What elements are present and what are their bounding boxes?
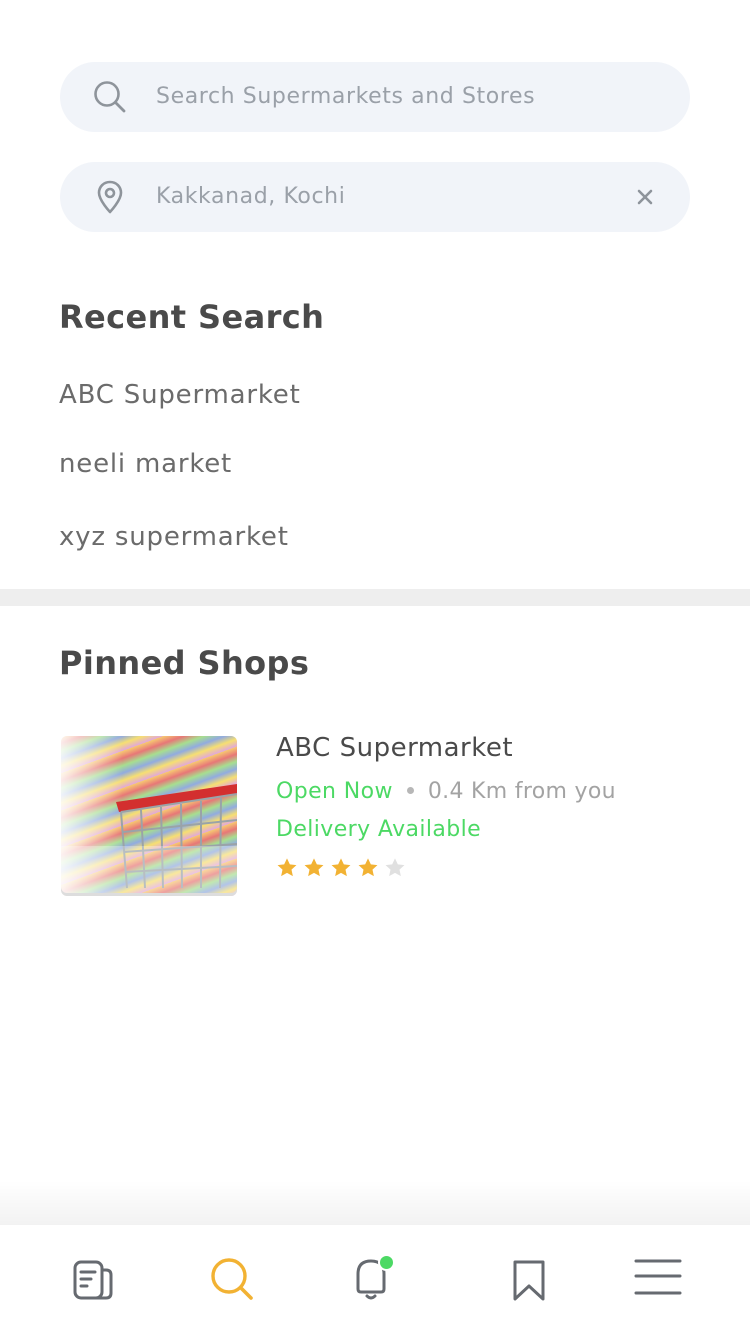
- nav-orders[interactable]: [58, 1225, 128, 1334]
- shopping-cart-illustration: [61, 736, 237, 896]
- recent-search-item[interactable]: neeli market: [59, 449, 232, 479]
- star-filled-icon: [331, 858, 351, 877]
- shop-distance: 0.4 Km from you: [427, 779, 616, 804]
- search-icon: [211, 1258, 253, 1300]
- location-field[interactable]: Kakkanad, Kochi: [60, 162, 690, 232]
- shop-image[interactable]: [61, 736, 237, 896]
- recent-search-item[interactable]: xyz supermarket: [59, 522, 289, 552]
- nav-notifications[interactable]: [336, 1225, 406, 1334]
- star-empty-icon: [385, 858, 405, 877]
- rating-stars: [276, 857, 406, 879]
- location-value: Kakkanad, Kochi: [156, 184, 346, 209]
- separator-dot: [406, 786, 414, 794]
- bookmark-icon: [513, 1260, 545, 1301]
- clear-icon[interactable]: [634, 186, 656, 208]
- section-divider: [0, 589, 750, 606]
- orders-icon: [73, 1260, 113, 1300]
- search-icon: [92, 79, 128, 115]
- open-status: Open Now: [276, 779, 393, 804]
- location-pin-icon: [92, 179, 128, 215]
- star-filled-icon: [304, 858, 324, 877]
- notification-badge: [378, 1254, 395, 1271]
- star-filled-icon: [358, 858, 378, 877]
- nav-search[interactable]: [197, 1225, 267, 1334]
- nav-shadow: [0, 1180, 750, 1226]
- star-filled-icon: [277, 858, 297, 877]
- pinned-shops-title: Pinned Shops: [59, 644, 310, 682]
- recent-search-title: Recent Search: [59, 298, 325, 336]
- shop-status-row: Open Now 0.4 Km from you: [276, 779, 616, 804]
- search-field[interactable]: Search Supermarkets and Stores: [60, 62, 690, 132]
- recent-search-item[interactable]: ABC Supermarket: [59, 380, 301, 410]
- search-placeholder: Search Supermarkets and Stores: [156, 84, 536, 109]
- shop-name[interactable]: ABC Supermarket: [276, 733, 513, 763]
- delivery-status: Delivery Available: [276, 817, 482, 842]
- nav-bookmarks[interactable]: [494, 1225, 564, 1334]
- nav-menu[interactable]: [623, 1225, 693, 1334]
- menu-icon: [634, 1259, 682, 1295]
- bottom-nav: [0, 1225, 750, 1334]
